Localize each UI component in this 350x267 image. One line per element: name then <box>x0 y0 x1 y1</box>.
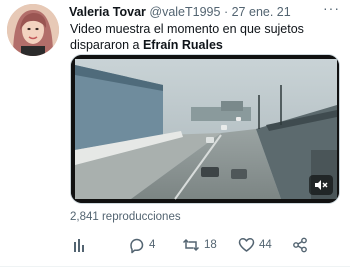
tweet-header: Valeria Tovar @valeT1995 · 27 ene. 21 <box>69 4 340 20</box>
like-button[interactable]: 44 <box>238 234 272 256</box>
author-handle[interactable]: @valeT1995 <box>149 5 220 19</box>
heart-icon <box>238 238 255 252</box>
reply-button[interactable]: 4 <box>128 234 155 256</box>
video-frame <box>71 55 339 203</box>
tweet-text-line1: Video muestra el momento en que sujetos <box>70 22 304 36</box>
video-player[interactable] <box>70 54 340 204</box>
bar-chart-icon <box>74 239 84 252</box>
separator: · <box>223 5 229 19</box>
mute-button[interactable] <box>309 175 333 195</box>
analytics-button[interactable] <box>72 234 88 256</box>
more-options-icon[interactable]: ··· <box>323 0 340 16</box>
volume-muted-icon <box>315 180 328 190</box>
avatar-image <box>7 4 59 56</box>
retweet-count: 18 <box>204 239 217 251</box>
like-count: 44 <box>259 239 272 251</box>
share-button[interactable] <box>292 234 308 256</box>
tweet-text-bold-name[interactable]: Efraín Ruales <box>143 38 223 52</box>
avatar[interactable] <box>7 4 59 56</box>
author-name[interactable]: Valeria Tovar <box>69 5 146 19</box>
tweet-date[interactable]: 27 ene. 21 <box>232 5 291 19</box>
tweet-text-line2: dispararon a <box>70 38 143 52</box>
tweet-text: Video muestra el momento en que sujetos … <box>70 21 340 53</box>
view-count: 2,841 reproducciones <box>70 211 181 223</box>
reply-icon <box>130 238 144 253</box>
reply-count: 4 <box>149 239 156 251</box>
tweet-actions: 4 18 44 <box>70 234 340 256</box>
share-icon <box>293 237 307 253</box>
retweet-icon <box>182 238 200 252</box>
retweet-button[interactable]: 18 <box>182 234 217 256</box>
